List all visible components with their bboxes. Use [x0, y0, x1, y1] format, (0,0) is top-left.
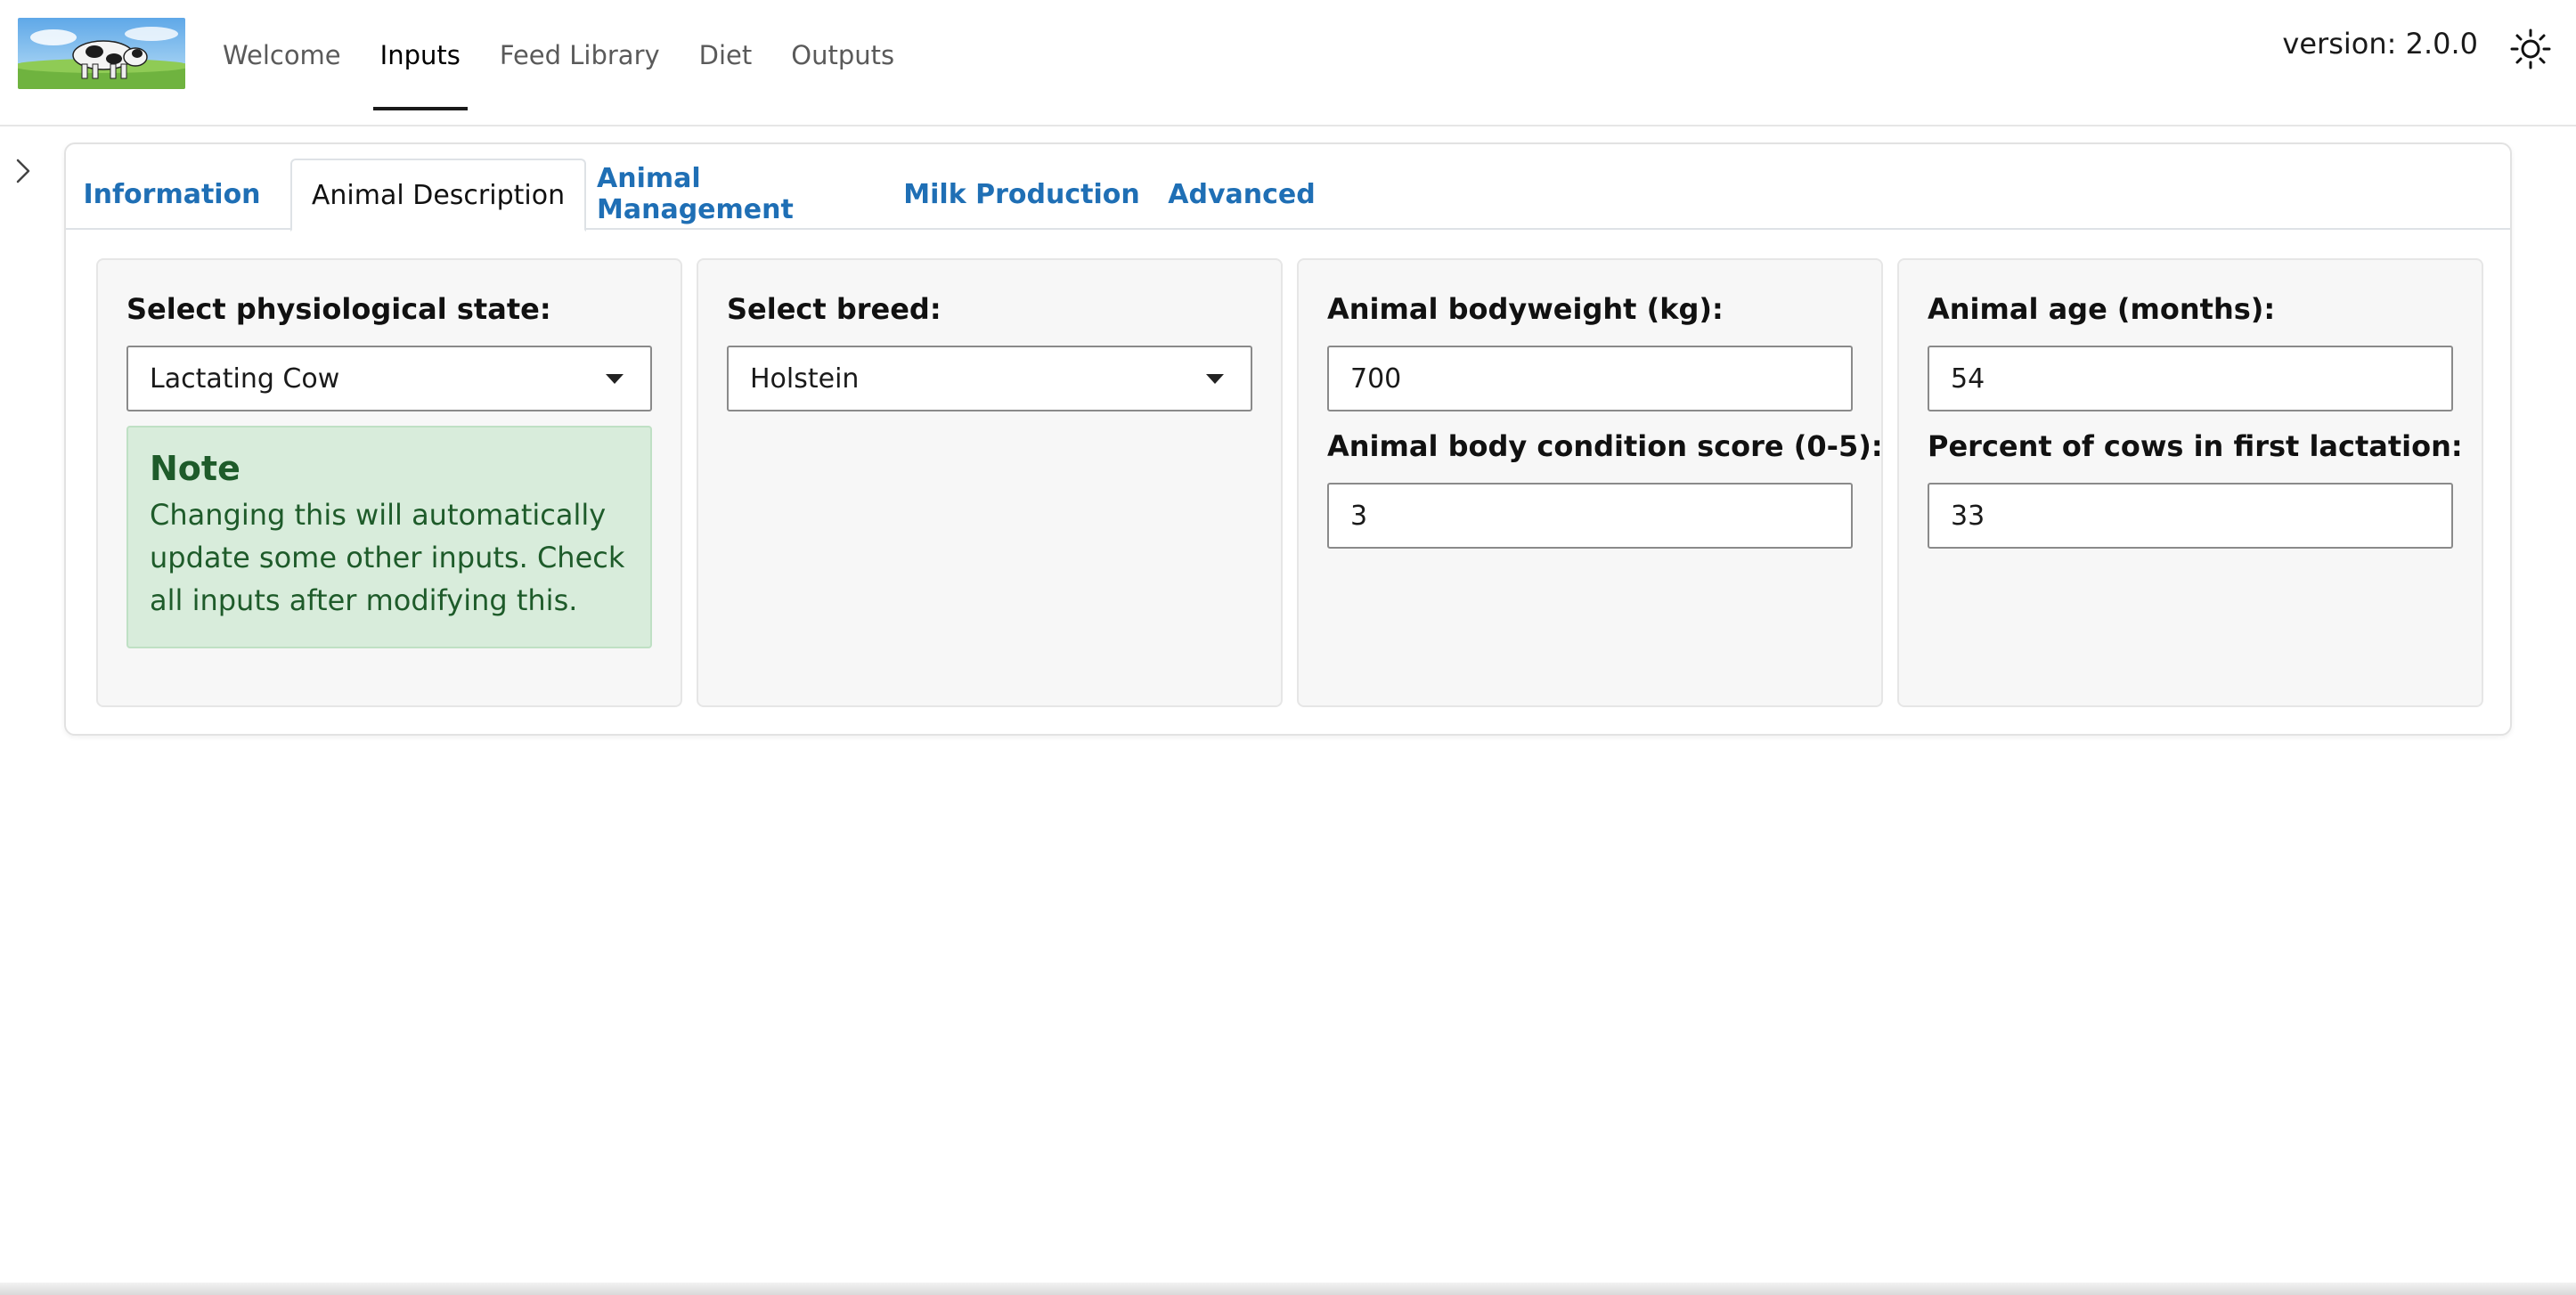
first-lactation-input[interactable]: 33 — [1928, 483, 2453, 549]
nav-inputs[interactable]: Inputs — [363, 0, 478, 110]
breed-label: Select breed: — [727, 292, 942, 326]
age-label: Animal age (months): — [1928, 292, 2276, 326]
bodyweight-input[interactable]: 700 — [1327, 346, 1853, 411]
breed-value: Holstein — [750, 362, 860, 395]
physiological-state-panel: Select physiological state: Lactating Co… — [96, 258, 682, 707]
breed-panel: Select breed: Holstein — [697, 258, 1283, 707]
sun-icon — [2510, 29, 2551, 69]
nav-diet[interactable]: Diet — [681, 0, 770, 110]
note-body: Changing this will automatically update … — [150, 498, 625, 617]
app-logo[interactable] — [18, 18, 185, 89]
bodyweight-label: Animal bodyweight (kg): — [1327, 292, 1724, 326]
inputs-card: Information Animal Description Animal Ma… — [64, 143, 2512, 736]
first-lactation-label: Percent of cows in first lactation: — [1928, 429, 2463, 463]
note-alert: Note Changing this will automatically up… — [126, 426, 652, 648]
physiological-state-value: Lactating Cow — [150, 362, 340, 395]
chevron-right-icon — [16, 159, 30, 183]
sidebar-toggle-button[interactable] — [7, 153, 39, 189]
tab-advanced[interactable]: Advanced — [1163, 159, 1320, 230]
note-title: Note — [150, 449, 240, 488]
body-panel: Animal bodyweight (kg): 700 Animal body … — [1297, 258, 1883, 707]
nav-outputs[interactable]: Outputs — [773, 0, 912, 110]
inputs-tabs: Information Animal Description Animal Ma… — [66, 159, 2510, 232]
physiological-state-select[interactable]: Lactating Cow — [126, 346, 652, 411]
dropdown-caret-icon — [606, 374, 624, 384]
nav-welcome[interactable]: Welcome — [205, 0, 359, 110]
cow-logo-image — [18, 18, 185, 89]
version-label: version: 2.0.0 — [2282, 27, 2478, 61]
body-condition-score-input[interactable]: 3 — [1327, 483, 1853, 549]
age-input[interactable]: 54 — [1928, 346, 2453, 411]
body-condition-score-label: Animal body condition score (0-5): — [1327, 429, 1883, 463]
physiological-state-label: Select physiological state: — [126, 292, 551, 326]
tab-animal-description[interactable]: Animal Description — [290, 159, 586, 232]
theme-toggle-button[interactable] — [2508, 27, 2553, 71]
tab-milk-production[interactable]: Milk Production — [893, 159, 1151, 230]
age-panel: Animal age (months): 54 Percent of cows … — [1897, 258, 2483, 707]
tab-information[interactable]: Information — [83, 159, 260, 230]
bottom-edge — [0, 1283, 2576, 1295]
top-navbar: Welcome Inputs Feed Library Diet Outputs… — [0, 0, 2576, 126]
tab-animal-management[interactable]: Animal Management — [597, 159, 880, 230]
nav-feed-library[interactable]: Feed Library — [482, 0, 678, 110]
dropdown-caret-icon — [1206, 374, 1224, 384]
breed-select[interactable]: Holstein — [727, 346, 1252, 411]
main-nav: Welcome Inputs Feed Library Diet Outputs — [205, 0, 916, 110]
